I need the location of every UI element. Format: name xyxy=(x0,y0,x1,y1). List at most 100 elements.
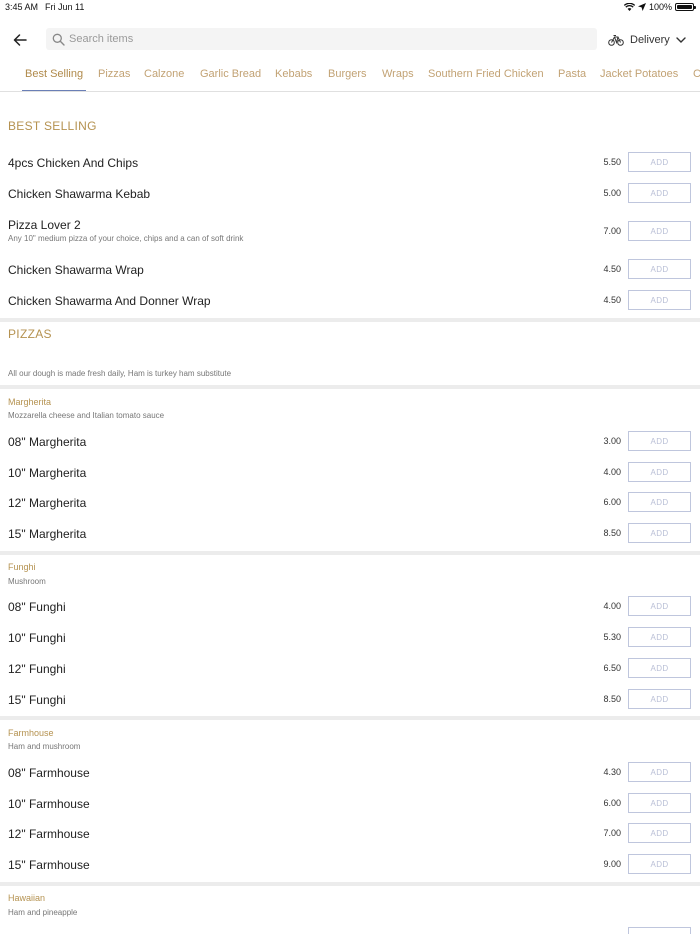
add-button[interactable]: ADD xyxy=(628,152,691,172)
group-description: Mozzarella cheese and Italian tomato sau… xyxy=(8,411,165,420)
menu-item: 10" Farmhouse 6.00 ADD xyxy=(0,793,700,817)
section-title-pizzas: PIZZAS xyxy=(8,327,52,341)
tab-pasta[interactable]: Pasta xyxy=(558,68,586,91)
menu-item: 12" Funghi 6.50 ADD xyxy=(0,658,700,682)
item-name: 08" Funghi xyxy=(8,600,66,614)
menu-item: 15" Margherita 8.50 ADD xyxy=(0,523,700,547)
add-button[interactable]: ADD xyxy=(628,854,691,874)
group-title-hawaiian: Hawaiian xyxy=(8,893,46,903)
add-button[interactable]: ADD xyxy=(628,658,691,678)
menu-item: 08" Funghi 4.00 ADD xyxy=(0,596,700,620)
search-bar xyxy=(46,28,597,50)
add-button[interactable]: ADD xyxy=(628,492,691,512)
add-button[interactable]: ADD xyxy=(628,462,691,482)
item-name: 15" Farmhouse xyxy=(8,858,90,872)
bicycle-icon xyxy=(608,35,624,46)
group-description: Ham and pineapple xyxy=(8,908,78,917)
section-note: All our dough is made fresh daily, Ham i… xyxy=(8,369,232,378)
add-button[interactable]: ADD xyxy=(628,523,691,543)
menu-item: 12" Margherita 6.00 ADD xyxy=(0,492,700,516)
chevron-down-icon xyxy=(676,36,686,43)
tab-calzone[interactable]: Calzone xyxy=(144,68,184,91)
item-name: 12" Margherita xyxy=(8,496,87,510)
category-tabs: Best Selling Pizzas Calzone Garlic Bread… xyxy=(0,62,700,92)
section-divider xyxy=(0,716,700,720)
add-button[interactable]: ADD xyxy=(628,221,691,241)
search-input[interactable] xyxy=(69,33,569,45)
tab-jacket-potatoes[interactable]: Jacket Potatoes xyxy=(600,68,678,91)
item-price: 4.00 xyxy=(603,467,621,477)
tab-burgers[interactable]: Burgers xyxy=(328,68,367,91)
add-button[interactable]: ADD xyxy=(628,689,691,709)
section-divider xyxy=(0,551,700,555)
item-name: 15" Margherita xyxy=(8,527,87,541)
tab-garlic-bread[interactable]: Garlic Bread xyxy=(200,68,261,91)
item-price: 7.00 xyxy=(603,828,621,838)
status-bar: 3:45 AM Fri Jun 11 100% xyxy=(0,0,700,16)
battery-percent: 100% xyxy=(648,2,672,12)
add-button[interactable]: ADD xyxy=(628,290,691,310)
add-button[interactable]: ADD xyxy=(628,762,691,782)
item-price: 4.00 xyxy=(603,601,621,611)
group-description: Ham and mushroom xyxy=(8,742,81,751)
menu-item: 10" Funghi 5.30 ADD xyxy=(0,627,700,651)
menu-item: 15" Farmhouse 9.00 ADD xyxy=(0,854,700,878)
item-price: 8.50 xyxy=(603,694,621,704)
add-button[interactable]: ADD xyxy=(628,823,691,843)
item-name: 10" Funghi xyxy=(8,631,66,645)
tab-southern-fried-chicken[interactable]: Southern Fried Chicken xyxy=(428,68,544,91)
add-button-partial[interactable] xyxy=(628,927,691,934)
item-price: 5.50 xyxy=(603,157,621,167)
tab-pizzas[interactable]: Pizzas xyxy=(98,68,130,91)
item-name: 12" Farmhouse xyxy=(8,827,90,841)
item-price: 6.00 xyxy=(603,798,621,808)
add-button[interactable]: ADD xyxy=(628,431,691,451)
item-price: 5.00 xyxy=(603,188,621,198)
item-description: Any 10" medium pizza of your choice, chi… xyxy=(8,234,244,243)
menu-item: Pizza Lover 2 Any 10" medium pizza of yo… xyxy=(0,214,700,248)
tab-kebabs[interactable]: Kebabs xyxy=(275,68,312,91)
menu-item: 15" Funghi 8.50 ADD xyxy=(0,689,700,713)
wifi-icon xyxy=(623,3,635,11)
item-name: 4pcs Chicken And Chips xyxy=(8,156,139,170)
status-date: Fri Jun 11 xyxy=(45,2,85,12)
item-price: 3.00 xyxy=(603,436,621,446)
status-indicators: 100% xyxy=(623,2,696,12)
item-name: 08" Margherita xyxy=(8,435,87,449)
search-icon xyxy=(52,33,65,46)
section-divider xyxy=(0,318,700,322)
arrow-left-icon xyxy=(13,34,27,46)
tab-more[interactable]: C xyxy=(693,68,700,91)
item-name: 10" Farmhouse xyxy=(8,797,90,811)
menu-item: Chicken Shawarma Wrap 4.50 ADD xyxy=(0,259,700,283)
add-button[interactable]: ADD xyxy=(628,627,691,647)
location-arrow-icon xyxy=(637,3,646,11)
add-button[interactable]: ADD xyxy=(628,259,691,279)
menu-item: 4pcs Chicken And Chips 5.50 ADD xyxy=(0,152,700,176)
delivery-selector[interactable]: Delivery xyxy=(608,31,686,49)
item-name: Pizza Lover 2 xyxy=(8,218,81,232)
item-name: 10" Margherita xyxy=(8,466,87,480)
delivery-label: Delivery xyxy=(630,34,670,46)
menu-item: 08" Farmhouse 4.30 ADD xyxy=(0,762,700,786)
item-price: 4.50 xyxy=(603,264,621,274)
section-divider xyxy=(0,385,700,389)
add-button[interactable]: ADD xyxy=(628,596,691,616)
item-price: 4.30 xyxy=(603,767,621,777)
item-price: 6.50 xyxy=(603,663,621,673)
group-title-margherita: Margherita xyxy=(8,397,52,407)
add-button[interactable]: ADD xyxy=(628,183,691,203)
back-button[interactable] xyxy=(10,30,30,50)
tab-best-selling[interactable]: Best Selling xyxy=(22,68,87,91)
item-price: 9.00 xyxy=(603,859,621,869)
item-name: 08" Farmhouse xyxy=(8,766,90,780)
add-button[interactable]: ADD xyxy=(628,793,691,813)
tab-wraps[interactable]: Wraps xyxy=(382,68,414,91)
item-name: Chicken Shawarma Kebab xyxy=(8,187,151,201)
menu-item: Chicken Shawarma And Donner Wrap 4.50 AD… xyxy=(0,290,700,314)
menu-item: 10" Margherita 4.00 ADD xyxy=(0,462,700,486)
battery-icon xyxy=(675,3,696,11)
section-title-best-selling: BEST SELLING xyxy=(8,119,97,133)
group-title-farmhouse: Farmhouse xyxy=(8,728,54,738)
menu-item: Chicken Shawarma Kebab 5.00 ADD xyxy=(0,183,700,207)
